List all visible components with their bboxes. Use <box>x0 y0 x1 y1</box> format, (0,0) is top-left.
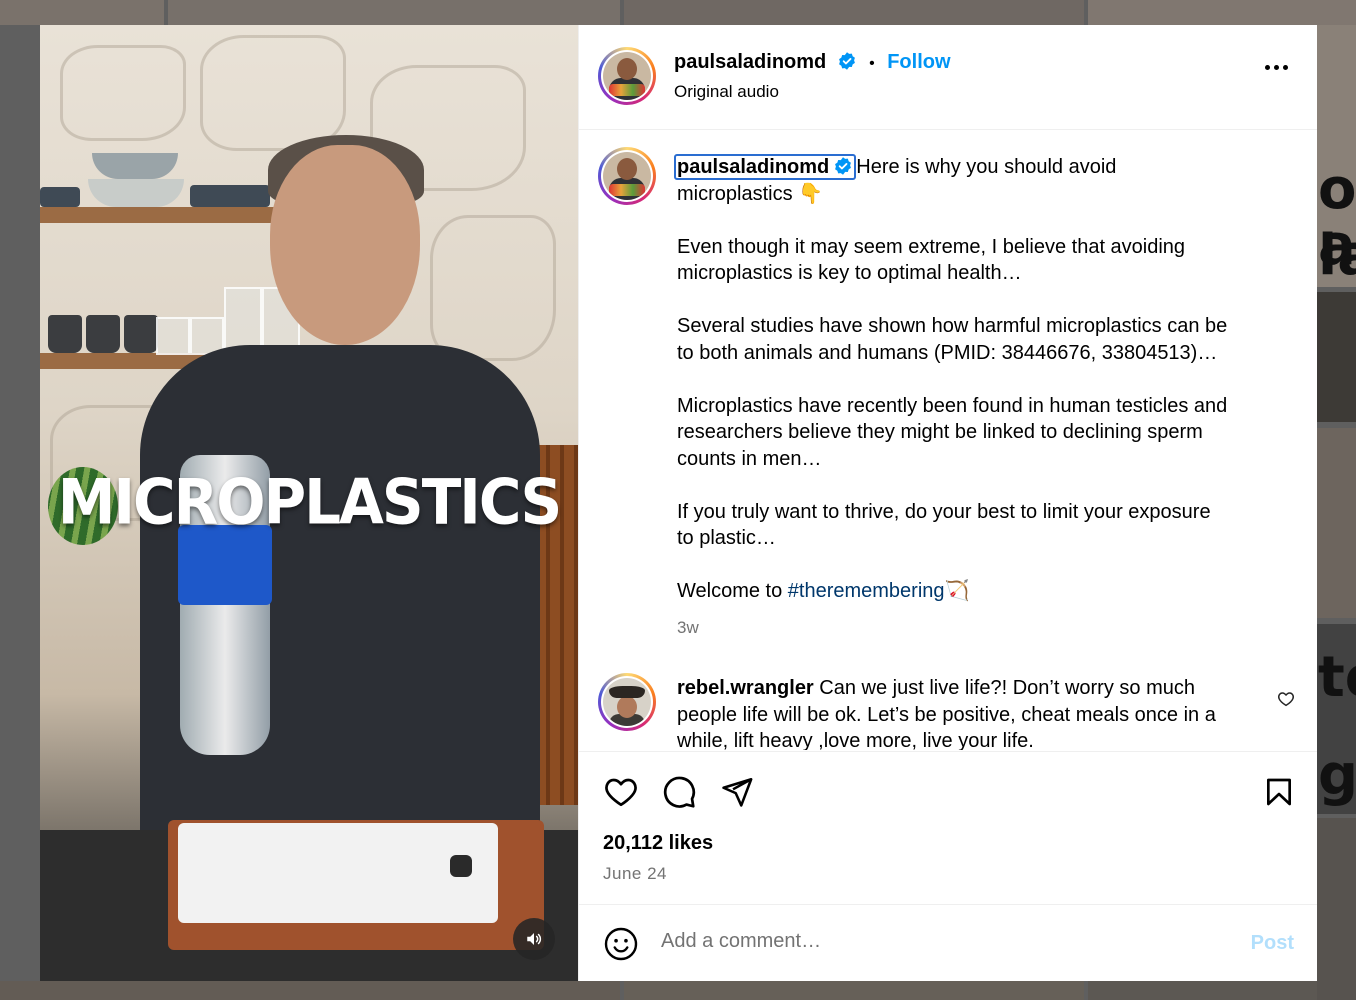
video-overlay-text: MICROPLASTICS <box>57 465 563 539</box>
caption-welcome: Welcome to <box>677 580 788 602</box>
background-tile <box>1088 0 1356 25</box>
bowl <box>92 153 178 179</box>
heart-icon <box>1278 692 1294 707</box>
audio-label[interactable]: Original audio <box>674 82 779 102</box>
likes-count[interactable]: 20,112 likes <box>603 832 713 855</box>
caption-paragraph: Several studies have shown how harmful m… <box>677 315 1228 364</box>
post-caption: paulsaladinomd Here is why you should avo… <box>674 154 1277 605</box>
background-tile <box>0 981 620 1000</box>
comment-like-button[interactable] <box>1277 690 1295 713</box>
comment-item: rebel.wrangler Can we just live life?! D… <box>677 675 1257 750</box>
bookmark-icon <box>1267 778 1291 806</box>
person-head <box>270 145 420 345</box>
commenter-avatar[interactable] <box>598 673 656 731</box>
background-tile[interactable] <box>1317 428 1356 618</box>
bow-arrow-emoji: 🏹 <box>944 580 970 602</box>
comment-input[interactable] <box>661 930 1221 953</box>
background-thumbnail-text: la <box>1318 223 1356 288</box>
emoji-button[interactable] <box>603 926 639 967</box>
paper-plane-icon <box>722 777 753 807</box>
background-tile[interactable] <box>1317 818 1356 1000</box>
background-thumbnail-text: gg <box>1318 743 1356 808</box>
plate-stack <box>40 187 80 207</box>
post-sidebar: paulsaladinomd • Follow Original audio p… <box>578 25 1317 981</box>
verified-badge-icon <box>838 52 855 70</box>
caption-author-avatar[interactable] <box>598 147 656 205</box>
post-header: paulsaladinomd • Follow Original audio <box>579 25 1317 130</box>
background-thumbnail-text: to <box>1318 645 1356 710</box>
save-button[interactable] <box>1259 772 1299 812</box>
comment-button[interactable] <box>659 772 699 812</box>
background-tile <box>1088 981 1317 1000</box>
post-date[interactable]: June 24 <box>603 864 667 884</box>
background-tile[interactable] <box>1317 292 1356 422</box>
caption-paragraph: Microplastics have recently been found i… <box>677 394 1228 470</box>
background-tile <box>624 981 1084 1000</box>
caption-paragraph: If you truly want to thrive, do your bes… <box>677 500 1211 550</box>
smiley-icon <box>604 927 638 961</box>
comment-username[interactable]: rebel.wrangler <box>677 677 814 699</box>
mug <box>124 315 158 353</box>
comment-bubble-icon <box>663 776 696 808</box>
comments-scroll-area[interactable]: paulsaladinomd Here is why you should avo… <box>579 130 1317 750</box>
share-button[interactable] <box>717 772 757 812</box>
post-comment-button[interactable]: Post <box>1251 932 1294 955</box>
post-actions: 20,112 likes June 24 <box>579 751 1317 905</box>
glass <box>156 317 190 355</box>
verified-badge-icon <box>835 157 852 175</box>
author-avatar[interactable] <box>598 47 656 105</box>
heart-icon <box>605 778 637 807</box>
header-title-row: paulsaladinomd • Follow <box>674 51 951 74</box>
header-separator: • <box>869 55 875 72</box>
speaker-icon <box>527 933 542 945</box>
wall-stone <box>430 215 556 361</box>
more-options-icon[interactable] <box>1265 65 1288 70</box>
caption-username[interactable]: paulsaladinomd <box>674 154 857 180</box>
plate-stack <box>190 185 270 207</box>
caption-paragraph: Even though it may seem extreme, I belie… <box>677 235 1186 285</box>
mug <box>86 315 120 353</box>
mug <box>48 315 82 353</box>
kitchen-shelf <box>40 207 278 223</box>
background-tile <box>0 0 164 25</box>
post-modal: MICROPLASTICS paulsaladinomd • Follow Or… <box>40 25 1317 981</box>
bowl <box>88 179 184 207</box>
post-video[interactable]: MICROPLASTICS <box>40 25 578 981</box>
like-button[interactable] <box>601 772 641 812</box>
sound-toggle-button[interactable] <box>513 918 555 960</box>
caption-time-ago[interactable]: 3w <box>677 618 699 638</box>
cutting-board-handle <box>450 855 472 877</box>
wall-stone <box>60 45 186 141</box>
background-tile <box>624 0 1084 25</box>
background-tile <box>168 0 620 25</box>
hashtag-link[interactable]: #theremembering <box>788 580 945 602</box>
author-username[interactable]: paulsaladinomd <box>674 51 826 73</box>
wall-stone <box>200 35 346 151</box>
add-comment-bar: Post <box>579 904 1317 981</box>
follow-button[interactable]: Follow <box>887 51 950 73</box>
